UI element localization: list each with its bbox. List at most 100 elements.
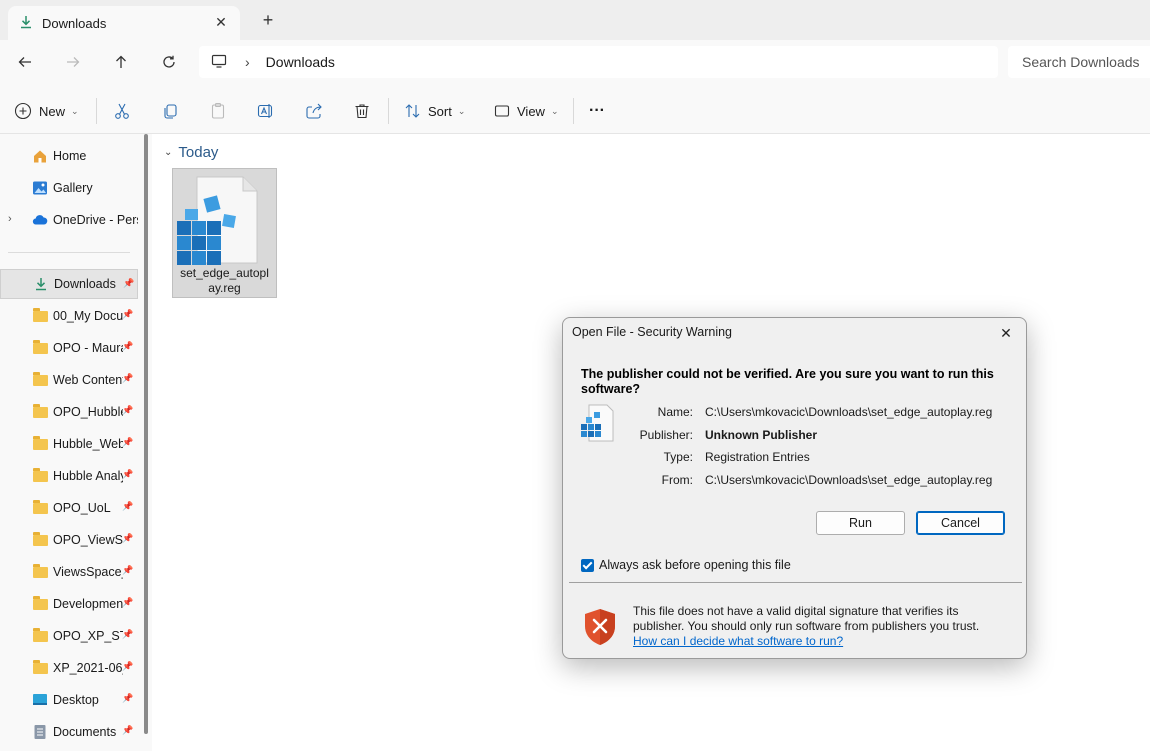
new-tab-button[interactable]: + (258, 10, 278, 30)
forward-arrow-icon (67, 57, 80, 67)
search-input[interactable]: Search Downloads (1008, 46, 1150, 78)
folder-icon (32, 563, 48, 580)
sidebar-item-folder[interactable]: XP_2021-06_S 📌 (0, 653, 138, 683)
toolbar-divider (96, 98, 97, 124)
group-header-today[interactable]: ⌄ Today (164, 144, 218, 161)
sidebar-item-folder[interactable]: 00_My Documents 📌 (0, 301, 138, 331)
registry-file-icon (177, 176, 258, 265)
sidebar-item-folder[interactable]: Development 📌 (0, 589, 138, 619)
paste-button[interactable] (209, 98, 227, 124)
sidebar-item-folder[interactable]: ViewsSpace_ 📌 (0, 557, 138, 587)
rename-button[interactable] (257, 98, 275, 124)
up-arrow-icon (116, 55, 126, 68)
pin-icon[interactable]: 📌 (122, 437, 133, 448)
chevron-down-icon: ⌄ (457, 105, 466, 116)
breadcrumb-downloads[interactable]: Downloads (266, 54, 335, 70)
sidebar-item-folder[interactable]: Hubble Analytics 📌 (0, 461, 138, 491)
sort-button[interactable]: Sort ⌄ (404, 98, 465, 124)
chevron-down-icon: ⌄ (550, 105, 559, 116)
sidebar-item-label: XP_2021-06_S (53, 661, 123, 675)
folder-icon (32, 467, 48, 484)
up-button[interactable] (108, 50, 134, 74)
folder-icon (32, 499, 48, 516)
sidebar-item-folder[interactable]: OPO_XP_STE 📌 (0, 621, 138, 651)
sidebar-item-label: Desktop (53, 693, 99, 707)
pin-icon[interactable]: 📌 (123, 278, 134, 289)
sidebar-item-folder[interactable]: OPO_ViewSpace 📌 (0, 525, 138, 555)
forward-button[interactable] (60, 50, 86, 74)
tab-bar: Downloads ✕ + (0, 0, 1150, 40)
address-bar[interactable]: › Downloads (199, 46, 998, 78)
back-arrow-icon (18, 57, 31, 67)
sidebar-item-label: OPO - Maura (53, 341, 123, 355)
sidebar-item-label: Hubble Analytics (53, 469, 123, 483)
copy-button[interactable] (161, 98, 179, 124)
cut-button[interactable] (113, 98, 131, 124)
pin-icon[interactable]: 📌 (122, 405, 133, 416)
pin-icon[interactable]: 📌 (122, 693, 133, 704)
help-link[interactable]: How can I decide what software to run? (633, 634, 1013, 649)
pin-icon[interactable]: 📌 (122, 661, 133, 672)
sidebar-item-onedrive[interactable]: OneDrive - Perso (0, 205, 138, 235)
folder-icon (32, 659, 48, 676)
more-options-button[interactable]: ··· (589, 98, 605, 124)
refresh-icon (163, 55, 175, 68)
sidebar-item-gallery[interactable]: Gallery (0, 173, 138, 203)
folder-icon (32, 595, 48, 612)
share-button[interactable] (305, 98, 323, 124)
new-button[interactable]: New ⌄ (14, 98, 79, 124)
pin-icon[interactable]: 📌 (122, 309, 133, 320)
view-button[interactable]: View ⌄ (493, 98, 559, 124)
pin-icon[interactable]: 📌 (122, 373, 133, 384)
breadcrumb-separator[interactable]: › (245, 54, 250, 70)
sidebar-item-folder[interactable]: Hubble_Web 📌 (0, 429, 138, 459)
sidebar-item-label: Home (53, 149, 87, 163)
sidebar-item-documents[interactable]: Documents 📌 (0, 717, 138, 747)
delete-button[interactable] (353, 98, 371, 124)
scissors-icon (115, 103, 129, 119)
close-tab-icon[interactable]: ✕ (212, 13, 230, 31)
sidebar-item-label: Documents (53, 725, 117, 739)
trash-icon (355, 104, 369, 119)
from-value: C:\Users\mkovacic\Downloads\set_edge_aut… (705, 473, 993, 487)
checkbox-checked-icon[interactable] (581, 558, 594, 572)
pin-icon[interactable]: 📌 (122, 469, 133, 480)
rename-icon (257, 104, 273, 118)
sidebar-divider (8, 252, 130, 253)
share-icon (306, 103, 322, 119)
sidebar-item-folder[interactable]: OPO - Maura 📌 (0, 333, 138, 363)
sidebar-item-folder[interactable]: OPO_UoL 📌 (0, 493, 138, 523)
shield-warning-icon (585, 609, 615, 645)
sidebar-item-label: Gallery (53, 181, 93, 195)
pin-icon[interactable]: 📌 (122, 629, 133, 640)
sidebar-item-home[interactable]: Home (0, 141, 138, 171)
cancel-button[interactable]: Cancel (916, 511, 1005, 535)
tab-downloads[interactable]: Downloads ✕ (8, 6, 240, 40)
sidebar-scrollbar[interactable] (144, 134, 148, 734)
always-ask-checkbox[interactable]: Always ask before opening this file (581, 558, 791, 572)
sidebar-item-downloads[interactable]: Downloads 📌 (0, 269, 138, 299)
view-label: View (517, 103, 545, 119)
sidebar-item-label: OPO_XP_STE (53, 629, 123, 643)
folder-icon (32, 403, 48, 420)
name-label: Name: (657, 405, 693, 419)
pin-icon[interactable]: 📌 (122, 533, 133, 544)
run-button[interactable]: Run (816, 511, 905, 535)
publisher-label: Publisher: (639, 428, 693, 442)
sidebar-item-label: OPO_ViewSpace (53, 533, 123, 547)
pin-icon[interactable]: 📌 (122, 341, 133, 352)
pin-icon[interactable]: 📌 (122, 565, 133, 576)
sidebar-item-desktop[interactable]: Desktop 📌 (0, 685, 138, 715)
sidebar-item-folder[interactable]: OPO_Hubble 📌 (0, 397, 138, 427)
file-item[interactable]: set_edge_autoplay.reg (172, 168, 277, 298)
sort-label: Sort (428, 103, 452, 119)
pin-icon[interactable]: 📌 (122, 597, 133, 608)
pin-icon[interactable]: 📌 (122, 501, 133, 512)
folder-icon (32, 435, 48, 452)
refresh-button[interactable] (156, 50, 182, 74)
pin-icon[interactable]: 📌 (122, 725, 133, 736)
sidebar-item-folder[interactable]: Web Content 📌 (0, 365, 138, 395)
back-button[interactable] (12, 50, 38, 74)
folder-icon (32, 371, 48, 388)
dialog-close-icon[interactable]: ✕ (996, 323, 1016, 343)
